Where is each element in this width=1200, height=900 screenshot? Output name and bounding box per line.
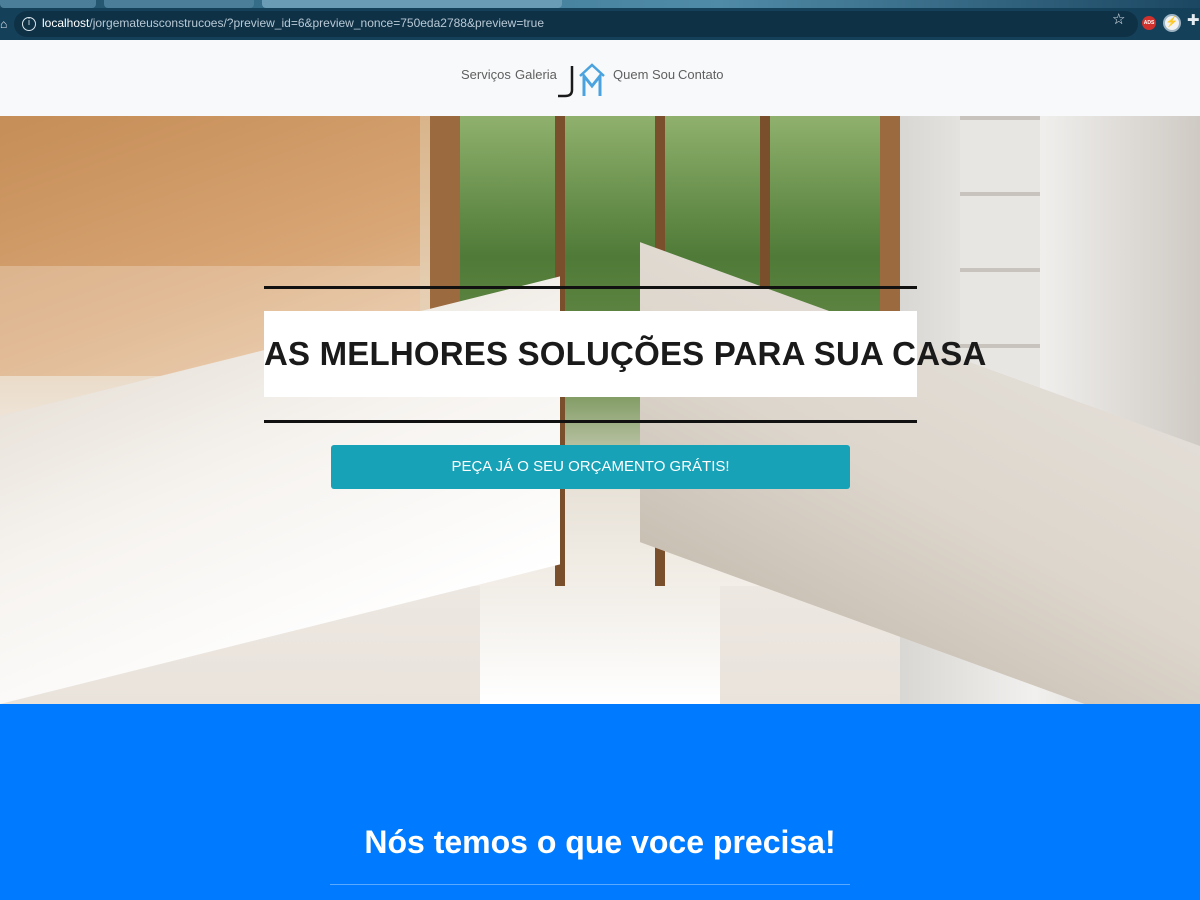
site-logo[interactable]	[556, 60, 606, 98]
address-bar[interactable]: i localhost/jorgemateusconstrucoes/?prev…	[14, 11, 1138, 37]
browser-toolbar: ⌂ i localhost/jorgemateusconstrucoes/?pr…	[0, 0, 1200, 40]
hero-headline: AS MELHORES SOLUÇÕES PARA SUA CASA	[264, 335, 987, 372]
section-title: Nós temos o que voce precisa!	[364, 824, 836, 860]
home-icon[interactable]: ⌂	[0, 17, 10, 31]
browser-tab[interactable]	[104, 0, 254, 8]
nav-link-quem-sou[interactable]: Quem Sou	[613, 67, 675, 82]
headline-box: AS MELHORES SOLUÇÕES PARA SUA CASA	[264, 311, 987, 397]
jm-logo-icon	[558, 63, 605, 98]
browser-tab-active[interactable]	[262, 0, 562, 8]
bookmark-star-icon[interactable]: ☆	[1112, 12, 1125, 27]
site-navbar: Serviços Galeria Quem Sou Contato	[0, 40, 1200, 116]
nav-link-contato[interactable]: Contato	[678, 67, 724, 82]
circle-extension-icon[interactable]: ⚡	[1163, 14, 1181, 32]
url-host: localhost	[42, 16, 90, 30]
url-path: /jorgemateusconstrucoes/?preview_id=6&pr…	[89, 16, 545, 30]
browser-tab[interactable]	[0, 0, 96, 8]
address-bar-row: ⌂ i localhost/jorgemateusconstrucoes/?pr…	[0, 8, 1200, 40]
free-quote-button[interactable]: PEÇA JÁ O SEU ORÇAMENTO GRÁTIS!	[331, 445, 850, 489]
features-section: Nós temos o que voce precisa!	[0, 704, 1200, 900]
nav-link-galeria[interactable]: Galeria	[515, 67, 557, 82]
puzzle-icon[interactable]: ✚	[1187, 13, 1200, 28]
headline-rule-top	[264, 286, 917, 289]
url-text[interactable]: localhost/jorgemateusconstrucoes/?previe…	[42, 16, 544, 30]
nav-link-servicos[interactable]: Serviços	[461, 67, 511, 82]
section-divider	[330, 884, 850, 885]
headline-rule-bottom	[264, 420, 917, 423]
tab-strip	[0, 0, 1200, 8]
ads-extension-icon[interactable]: ADS	[1142, 16, 1156, 30]
hero-banner	[0, 116, 1200, 704]
info-icon[interactable]: i	[22, 17, 36, 31]
